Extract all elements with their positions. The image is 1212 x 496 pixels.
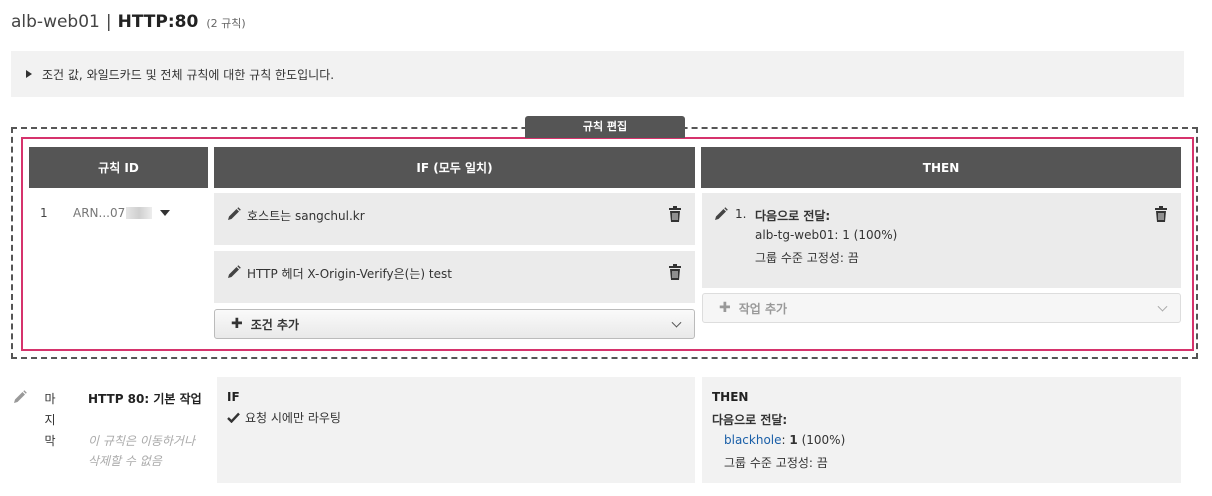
action-stickiness: 그룹 수준 고정성: 끔 <box>755 251 859 265</box>
plus-icon: ✚ <box>719 300 731 316</box>
action-title: 다음으로 전달: <box>755 209 831 223</box>
rule-limits-info[interactable]: 조건 값, 와일드카드 및 전체 규칙에 대한 규칙 한도입니다. <box>11 51 1184 97</box>
caret-down-icon[interactable] <box>160 210 171 216</box>
add-condition-button[interactable]: ✚ 조건 추가 <box>214 309 695 339</box>
action-forward[interactable]: 1. 다음으로 전달: alb-tg-web01: 1 (100%) 그룹 수준… <box>702 193 1181 288</box>
chevron-down-icon <box>1157 301 1168 312</box>
pencil-icon[interactable] <box>227 207 241 221</box>
rule-arn-dropdown[interactable]: ARN...07 <box>73 206 171 220</box>
last-label-char: 막 <box>44 434 56 448</box>
default-then-title: 다음으로 전달: <box>712 413 788 427</box>
default-rule-note: 이 규칙은 이동하거나 삭제할 수 없음 <box>88 434 195 468</box>
default-if-header: IF <box>227 390 240 404</box>
rule-number: 1 <box>40 206 48 220</box>
condition-http-header-text: HTTP 헤더 X-Origin-Verify은(는) test <box>247 267 452 281</box>
target-sep: : <box>781 433 786 447</box>
pencil-icon <box>14 390 27 403</box>
default-then-header: THEN <box>712 390 749 404</box>
default-then-stickiness: 그룹 수준 고정성: 끔 <box>724 456 828 470</box>
default-if-text: 요청 시에만 라우팅 <box>245 411 341 425</box>
add-action-button[interactable]: ✚ 작업 추가 <box>702 293 1181 323</box>
default-rule-then: THEN 다음으로 전달: blackhole: 1 (100%) 그룹 수준 … <box>702 377 1181 483</box>
target-group-link[interactable]: blackhole <box>724 433 782 447</box>
last-label-char: 마 <box>44 392 56 406</box>
last-rule-label: 마 지 막 <box>43 389 57 452</box>
rule-arn-text: ARN...07 <box>73 206 126 220</box>
header-if: IF (모두 일치) <box>214 147 695 188</box>
trash-icon[interactable] <box>1154 206 1168 222</box>
page-title: alb-web01 | HTTP:80 (2 규칙) <box>11 12 246 36</box>
expand-triangle-icon[interactable] <box>26 70 32 78</box>
edit-rule-tab: 규칙 편집 <box>525 116 685 138</box>
last-label-char: 지 <box>44 413 56 427</box>
target-weight: 1 <box>789 433 798 447</box>
default-rule-title: HTTP 80: 기본 작업 <box>88 392 202 406</box>
redacted-arn <box>126 207 153 219</box>
rule-limits-text: 조건 값, 와일드카드 및 전체 규칙에 대한 규칙 한도입니다. <box>42 67 335 82</box>
trash-icon[interactable] <box>668 206 682 222</box>
rule-count: (2 규칙) <box>206 17 246 30</box>
default-rule-if: IF 요청 시에만 라우팅 <box>217 377 695 483</box>
add-action-label: 작업 추가 <box>738 301 788 316</box>
default-then-target: blackhole: 1 (100%) <box>724 433 845 447</box>
load-balancer-name: alb-web01 <box>11 12 100 32</box>
title-separator: | <box>105 12 112 32</box>
action-index: 1. <box>735 207 747 221</box>
condition-http-header[interactable]: HTTP 헤더 X-Origin-Verify은(는) test <box>214 251 695 303</box>
condition-host[interactable]: 호스트는 sangchul.kr <box>214 193 695 245</box>
pencil-icon[interactable] <box>714 207 728 221</box>
add-condition-label: 조건 추가 <box>250 317 300 332</box>
header-rule-id: 규칙 ID <box>29 147 208 188</box>
trash-icon[interactable] <box>668 264 682 280</box>
condition-host-text: 호스트는 sangchul.kr <box>247 209 365 223</box>
target-percent: (100%) <box>801 433 846 447</box>
listener-name: HTTP:80 <box>117 12 199 32</box>
check-icon <box>227 412 240 423</box>
action-target: alb-tg-web01: 1 (100%) <box>755 228 898 242</box>
plus-icon: ✚ <box>231 316 243 332</box>
header-then: THEN <box>701 147 1181 188</box>
chevron-down-icon <box>671 317 682 328</box>
pencil-icon[interactable] <box>227 265 241 279</box>
